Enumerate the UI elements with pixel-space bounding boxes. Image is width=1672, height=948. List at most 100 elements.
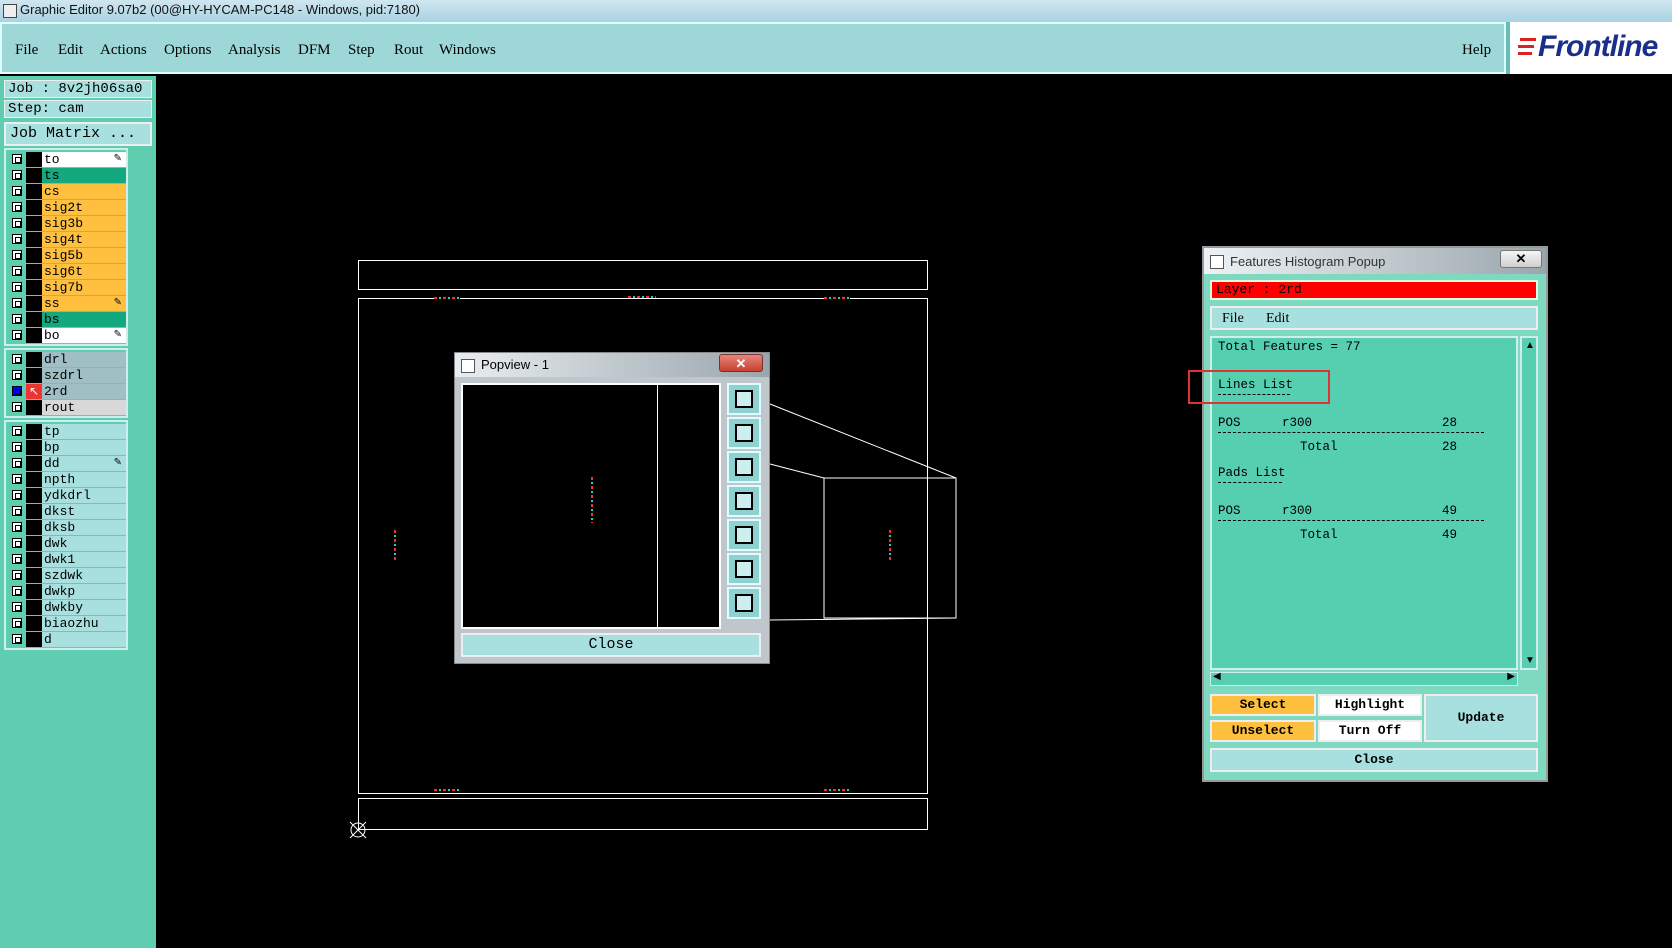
- layer-name[interactable]: sig5b: [42, 248, 126, 263]
- scroll-down-icon[interactable]: ▼: [1525, 655, 1535, 666]
- layer-row-dd[interactable]: dd ✎: [6, 456, 126, 471]
- popview-zoom-out-icon[interactable]: [727, 553, 761, 585]
- layer-row-dwkp[interactable]: dwkp: [6, 584, 126, 599]
- menu-help[interactable]: Help: [1462, 42, 1491, 59]
- layer-checkbox[interactable]: [12, 618, 22, 628]
- layer-row-szdwk[interactable]: szdwk: [6, 568, 126, 583]
- layer-name[interactable]: sig2t: [42, 200, 126, 215]
- menu-edit[interactable]: Edit: [58, 42, 83, 59]
- features-histogram-window[interactable]: Features Histogram Popup ✕ Layer : 2rd F…: [1202, 246, 1548, 782]
- layer-name[interactable]: bs: [42, 312, 126, 327]
- layer-name[interactable]: ts: [42, 168, 126, 183]
- layer-checkbox[interactable]: [12, 282, 22, 292]
- histogram-close-button[interactable]: Close: [1210, 748, 1538, 772]
- layer-row-to[interactable]: to ✎: [6, 152, 126, 167]
- layer-name[interactable]: d: [42, 632, 126, 647]
- layer-row-rout[interactable]: rout: [6, 400, 126, 415]
- layer-name[interactable]: sig3b: [42, 216, 126, 231]
- layer-row-sig6t[interactable]: sig6t: [6, 264, 126, 279]
- layer-checkbox[interactable]: [12, 602, 22, 612]
- layer-checkbox[interactable]: [12, 186, 22, 196]
- layer-row-ss[interactable]: ss ✎: [6, 296, 126, 311]
- layer-name[interactable]: dwk1: [42, 552, 126, 567]
- menu-analysis[interactable]: Analysis: [228, 42, 281, 59]
- popview-pan-right-icon[interactable]: [727, 519, 761, 551]
- layer-row-bs[interactable]: bs: [6, 312, 126, 327]
- layer-name[interactable]: szdwk: [42, 568, 126, 583]
- histogram-horizontal-scrollbar[interactable]: ◀ ▶: [1210, 671, 1518, 686]
- histogram-vertical-scrollbar[interactable]: ▲ ▼: [1520, 336, 1538, 670]
- layer-checkbox[interactable]: [12, 586, 22, 596]
- layer-row-biaozhu[interactable]: biaozhu: [6, 616, 126, 631]
- histogram-menu-file[interactable]: File: [1222, 311, 1244, 327]
- layer-row-cs[interactable]: cs: [6, 184, 126, 199]
- layer-checkbox[interactable]: [12, 442, 22, 452]
- highlight-button[interactable]: Highlight: [1318, 694, 1422, 716]
- layer-checkbox[interactable]: [12, 234, 22, 244]
- menu-file[interactable]: File: [15, 42, 38, 59]
- layer-row-bp[interactable]: bp: [6, 440, 126, 455]
- layer-checkbox[interactable]: [12, 266, 22, 276]
- layer-checkbox[interactable]: [12, 298, 22, 308]
- layer-name[interactable]: dksb: [42, 520, 126, 535]
- popview-close-icon[interactable]: ✕: [719, 354, 763, 372]
- layer-row-dkst[interactable]: dkst: [6, 504, 126, 519]
- histogram-close-icon[interactable]: ✕: [1500, 250, 1542, 268]
- popview-pan-up-icon[interactable]: [727, 417, 761, 449]
- layer-checkbox[interactable]: [12, 170, 22, 180]
- popview-close-button[interactable]: Close: [461, 633, 761, 657]
- layer-name[interactable]: dkst: [42, 504, 126, 519]
- layer-row-dksb[interactable]: dksb: [6, 520, 126, 535]
- layer-row-2rd[interactable]: ↖ 2rd: [6, 384, 126, 399]
- popview-title-bar[interactable]: Popview - 1 ✕: [455, 353, 769, 377]
- layer-checkbox[interactable]: [12, 314, 22, 324]
- layer-name[interactable]: dwk: [42, 536, 126, 551]
- layer-checkbox[interactable]: [12, 354, 22, 364]
- layer-checkbox[interactable]: [12, 522, 22, 532]
- layer-row-drl[interactable]: drl: [6, 352, 126, 367]
- layer-name[interactable]: dwkby: [42, 600, 126, 615]
- layer-name[interactable]: dwkp: [42, 584, 126, 599]
- menu-rout[interactable]: Rout: [394, 42, 423, 59]
- layer-row-szdrl[interactable]: szdrl: [6, 368, 126, 383]
- histogram-menu-edit[interactable]: Edit: [1266, 311, 1289, 327]
- layer-checkbox[interactable]: [12, 154, 22, 164]
- layer-row-bo[interactable]: bo ✎: [6, 328, 126, 343]
- layer-row-sig5b[interactable]: sig5b: [6, 248, 126, 263]
- layer-name[interactable]: bp: [42, 440, 126, 455]
- layer-name[interactable]: 2rd: [42, 384, 126, 399]
- layer-name[interactable]: biaozhu: [42, 616, 126, 631]
- layer-row-ydkdrl[interactable]: ydkdrl: [6, 488, 126, 503]
- popview-pan-left-icon[interactable]: [727, 485, 761, 517]
- popview-window[interactable]: Popview - 1 ✕ Close: [454, 352, 770, 664]
- popview-zoom-in-icon[interactable]: [727, 587, 761, 619]
- layer-name[interactable]: rout: [42, 400, 126, 415]
- menu-options[interactable]: Options: [164, 42, 212, 59]
- popview-zoom-window-icon[interactable]: [727, 383, 761, 415]
- menu-windows[interactable]: Windows: [439, 42, 496, 59]
- menu-dfm[interactable]: DFM: [298, 42, 331, 59]
- layer-name[interactable]: ydkdrl: [42, 488, 126, 503]
- layer-checkbox[interactable]: [12, 490, 22, 500]
- scroll-left-icon[interactable]: ◀: [1213, 671, 1221, 682]
- layer-checkbox[interactable]: [12, 458, 22, 468]
- layer-name[interactable]: sig4t: [42, 232, 126, 247]
- layer-checkbox[interactable]: [12, 330, 22, 340]
- layer-name[interactable]: szdrl: [42, 368, 126, 383]
- select-button[interactable]: Select: [1210, 694, 1316, 716]
- layer-row-sig3b[interactable]: sig3b: [6, 216, 126, 231]
- layer-row-dwkby[interactable]: dwkby: [6, 600, 126, 615]
- layer-checkbox[interactable]: [12, 202, 22, 212]
- layer-name[interactable]: npth: [42, 472, 126, 487]
- unselect-button[interactable]: Unselect: [1210, 720, 1316, 742]
- layer-checkbox[interactable]: [12, 634, 22, 644]
- layer-checkbox[interactable]: [12, 570, 22, 580]
- layer-row-tp[interactable]: tp: [6, 424, 126, 439]
- layer-row-sig4t[interactable]: sig4t: [6, 232, 126, 247]
- layer-checkbox[interactable]: [12, 386, 22, 396]
- histogram-title-bar[interactable]: Features Histogram Popup ✕: [1204, 248, 1546, 274]
- layer-checkbox[interactable]: [12, 506, 22, 516]
- layer-checkbox[interactable]: [12, 426, 22, 436]
- layer-name[interactable]: drl: [42, 352, 126, 367]
- update-button[interactable]: Update: [1424, 694, 1538, 742]
